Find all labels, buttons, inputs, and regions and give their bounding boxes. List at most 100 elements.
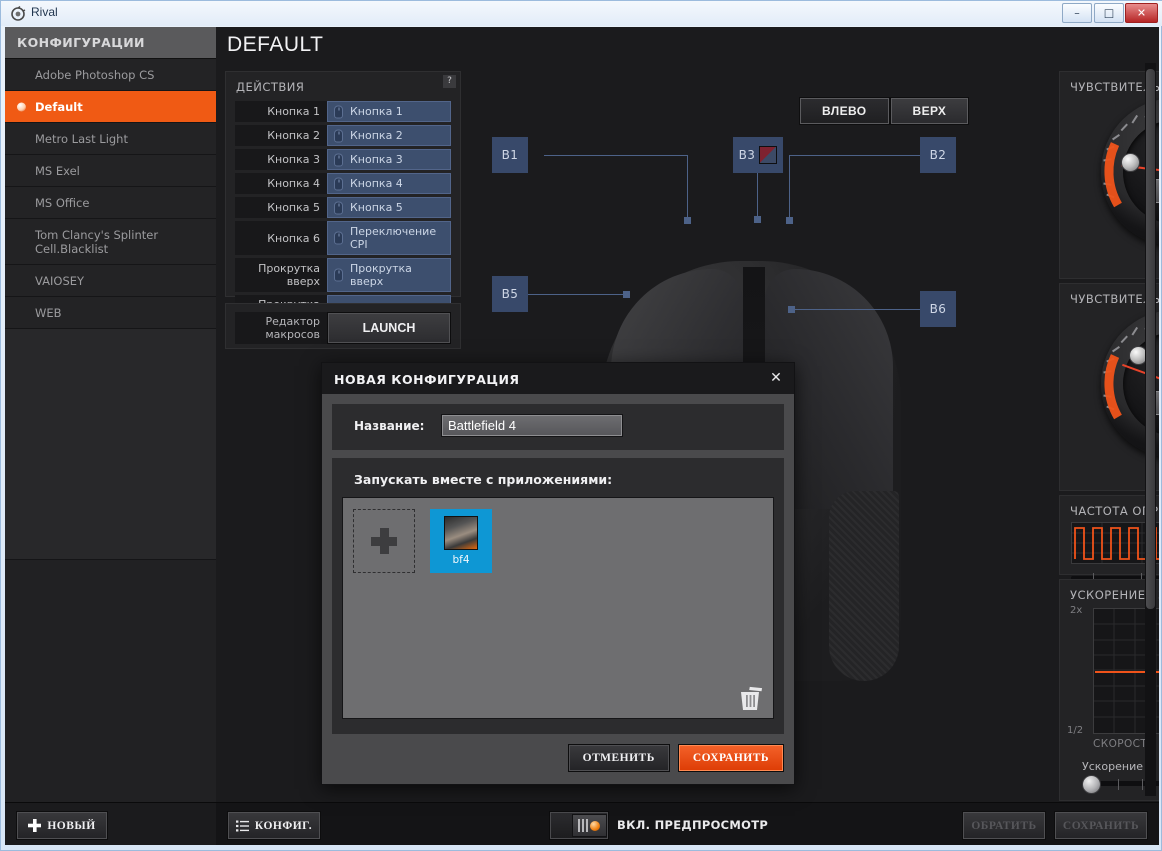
slider-handle[interactable] xyxy=(1082,775,1101,794)
minimize-button[interactable]: – xyxy=(1062,3,1092,23)
name-section: Название: xyxy=(332,404,784,450)
sidebar-item-adobe-photoshop-cs[interactable]: Adobe Photoshop CS xyxy=(5,59,216,91)
sidebar-empty-area xyxy=(5,329,216,560)
action-value-label: Кнопка 3 xyxy=(350,153,403,166)
revert-button[interactable]: ОБРАТИТЬ xyxy=(962,811,1046,840)
content-scrollbar[interactable] xyxy=(1145,63,1156,796)
callout-dot-b5 xyxy=(623,291,630,298)
macro-editor-panel: Редактор макросов LAUNCH xyxy=(225,303,461,349)
action-label: Кнопка 2 xyxy=(235,125,327,146)
sidebar-item-ms-exel[interactable]: MS Exel xyxy=(5,155,216,187)
cpi1-panel: ? ЧУВСТВИТЕЛЬНОСТЬ 1 (CPI 1) xyxy=(1059,71,1159,279)
action-label: Кнопка 3 xyxy=(235,149,327,170)
add-app-button[interactable] xyxy=(353,509,415,573)
active-indicator-icon xyxy=(17,102,26,111)
app-thumbnail xyxy=(444,516,478,550)
action-value-scroll-up[interactable]: Прокрутка вверх xyxy=(327,258,451,292)
callout-dot-b2 xyxy=(786,217,793,224)
preview-toggle[interactable] xyxy=(549,811,609,840)
action-value-button-5[interactable]: Кнопка 5 xyxy=(327,197,451,218)
cpi2-panel: ? ЧУВСТВИТЕЛЬНОСТЬ 2 (CPI 2) xyxy=(1059,283,1159,491)
bottom-toolbar: НОВЫЙ КОНФИГ. ВКЛ. ПРЕДПРОСМОТР ОБРАТИТЬ… xyxy=(5,802,1159,845)
page-title: DEFAULT xyxy=(227,33,323,57)
settings-column: ? ЧУВСТВИТЕЛЬНОСТЬ 1 (CPI 1) xyxy=(1057,27,1159,802)
callout-dot-b3 xyxy=(754,216,761,223)
new-config-dialog: НОВАЯ КОНФИГУРАЦИЯ ✕ Название: Запускать… xyxy=(321,362,795,785)
name-label: Название: xyxy=(354,419,424,433)
mouse-icon xyxy=(334,153,343,166)
callout-dot-b1 xyxy=(684,217,691,224)
action-label: Кнопка 5 xyxy=(235,197,327,218)
callout-b2[interactable]: B2 xyxy=(920,137,956,173)
config-label: КОНФИГ. xyxy=(255,820,312,832)
action-value-label: Кнопка 4 xyxy=(350,177,403,190)
acceleration-panel: ? УСКОРЕНИЕ / ЗАМЕДЛЕНИЕ 2x 1/2 ЧУВСТВИТ… xyxy=(1059,579,1159,801)
sidebar-item-web[interactable]: WEB xyxy=(5,297,216,329)
slider-tick xyxy=(1118,779,1119,790)
sidebar-header: КОНФИГУРАЦИИ xyxy=(5,27,216,59)
slider-tick xyxy=(1142,779,1143,790)
action-row: Кнопка 2 Кнопка 2 xyxy=(235,125,451,146)
list-icon xyxy=(236,820,249,832)
action-value-button-4[interactable]: Кнопка 4 xyxy=(327,173,451,194)
actions-panel-title: ДЕЙСТВИЯ xyxy=(226,72,460,94)
dialog-title: НОВАЯ КОНФИГУРАЦИЯ xyxy=(334,372,520,387)
app-root: OVERCLOCKERS.UA КОНФИГУРАЦИИ Adobe Photo… xyxy=(5,27,1159,845)
window-title: Rival xyxy=(31,5,58,19)
sidebar-item-splinter-cell[interactable]: Tom Clancy's Splinter Cell.Blacklist xyxy=(5,219,216,265)
sidebar-item-metro-last-light[interactable]: Metro Last Light xyxy=(5,123,216,155)
action-value-label: Переключение CPI xyxy=(350,225,446,251)
macro-row: Редактор макросов LAUNCH xyxy=(235,312,451,344)
scrollbar-thumb[interactable] xyxy=(1146,69,1155,609)
action-value-button-3[interactable]: Кнопка 3 xyxy=(327,149,451,170)
callout-line-b1-drop xyxy=(687,155,688,219)
accel-y-top-label: 2x xyxy=(1070,605,1082,616)
tab-left-view[interactable]: ВЛЕВО xyxy=(799,97,890,125)
maximize-button[interactable]: □ xyxy=(1094,3,1124,23)
save-button[interactable]: СОХРАНИТЬ xyxy=(1054,811,1148,840)
action-row: Кнопка 3 Кнопка 3 xyxy=(235,149,451,170)
callout-b5[interactable]: B5 xyxy=(492,276,528,312)
macro-launch-button[interactable]: LAUNCH xyxy=(327,312,451,344)
close-icon[interactable]: ✕ xyxy=(768,370,784,386)
trash-icon[interactable] xyxy=(737,683,763,711)
sidebar-item-label: VAIOSEY xyxy=(35,274,84,288)
action-value-button-2[interactable]: Кнопка 2 xyxy=(327,125,451,146)
action-value-button-1[interactable]: Кнопка 1 xyxy=(327,101,451,122)
action-label: Кнопка 6 xyxy=(235,221,327,255)
sidebar-item-vaiosey[interactable]: VAIOSEY xyxy=(5,265,216,297)
color-swatch-icon[interactable] xyxy=(759,146,777,164)
apps-section: Запускать вместе с приложениями: bf4 xyxy=(332,458,784,734)
action-value-button-6[interactable]: Переключение CPI xyxy=(327,221,451,255)
title-bar: Rival – □ ✕ xyxy=(1,1,1162,26)
callout-line-b6 xyxy=(791,309,925,310)
callout-b1[interactable]: B1 xyxy=(492,137,528,173)
callout-b3[interactable]: B3 xyxy=(733,137,783,173)
sidebar-item-label: WEB xyxy=(35,306,62,320)
close-button[interactable]: ✕ xyxy=(1125,3,1158,23)
app-tile-bf4[interactable]: bf4 xyxy=(430,509,492,573)
sidebar-item-label: Tom Clancy's Splinter Cell.Blacklist xyxy=(35,228,216,256)
mouse-icon xyxy=(334,129,343,142)
callout-label: B2 xyxy=(930,148,947,162)
actions-panel: ? ДЕЙСТВИЯ Кнопка 1 Кнопка 1 Кнопка 2 Кн… xyxy=(225,71,461,297)
maximize-icon: □ xyxy=(1104,8,1114,19)
polling-rate-panel: ? ЧАСТОТА ОПРОСА xyxy=(1059,495,1159,575)
sidebar-item-default[interactable]: Default xyxy=(5,91,216,123)
tab-top-view[interactable]: ВЕРХ xyxy=(890,97,970,125)
action-row: Прокрутка вверх Прокрутка вверх xyxy=(235,258,451,292)
new-config-button[interactable]: НОВЫЙ xyxy=(16,811,108,840)
sidebar-header-label: КОНФИГУРАЦИИ xyxy=(17,35,145,50)
sidebar-item-label: Adobe Photoshop CS xyxy=(35,68,154,82)
sidebar-item-label: Metro Last Light xyxy=(35,132,128,146)
cancel-button[interactable]: ОТМЕНИТЬ xyxy=(568,744,670,772)
save-button[interactable]: СОХРАНИТЬ xyxy=(678,744,784,772)
config-name-input[interactable] xyxy=(441,414,623,437)
accel-y-bottom-label: 1/2 xyxy=(1067,725,1083,736)
callout-b6[interactable]: B6 xyxy=(920,291,956,327)
callout-label: B1 xyxy=(502,148,519,162)
config-button[interactable]: КОНФИГ. xyxy=(227,811,321,840)
action-value-label: Кнопка 5 xyxy=(350,201,403,214)
help-icon[interactable]: ? xyxy=(443,75,456,88)
sidebar-item-ms-office[interactable]: MS Office xyxy=(5,187,216,219)
